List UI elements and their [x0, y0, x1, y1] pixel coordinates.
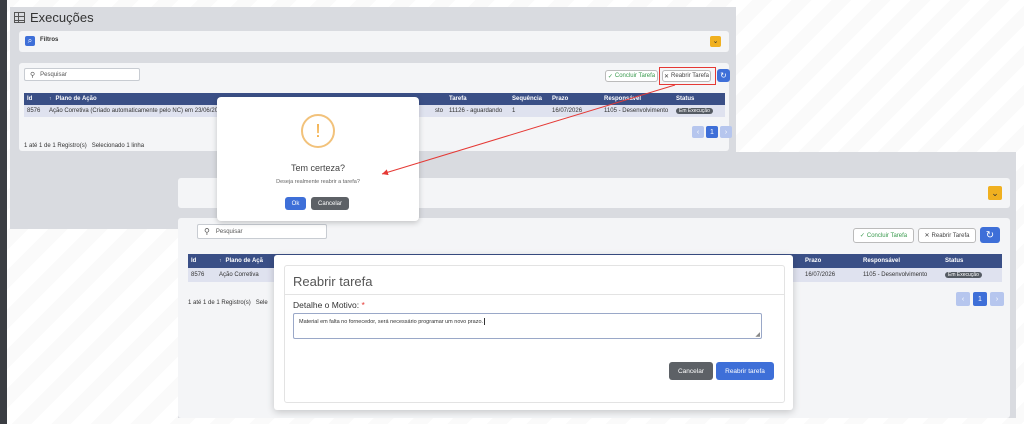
annotation-arrow — [381, 84, 676, 176]
